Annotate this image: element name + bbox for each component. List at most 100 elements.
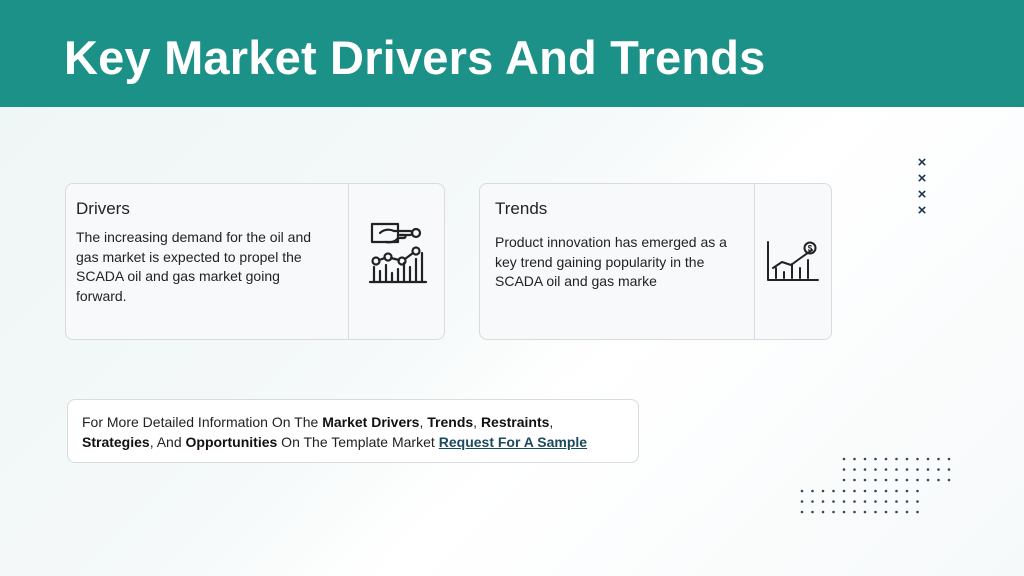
x-mark-icon: × bbox=[917, 154, 927, 171]
decor-dot bbox=[884, 468, 888, 471]
decor-dot bbox=[821, 510, 825, 514]
decor-dot bbox=[874, 510, 877, 514]
decor-dot bbox=[842, 489, 846, 493]
decor-dot bbox=[884, 478, 888, 482]
decor-dot bbox=[811, 510, 814, 514]
decor-dot bbox=[874, 500, 877, 503]
decor-dot bbox=[937, 457, 940, 461]
decor-dot bbox=[884, 510, 888, 514]
decor-dot bbox=[863, 510, 867, 514]
trends-card: Trends Product innovation has emerged as… bbox=[479, 183, 832, 340]
decor-dot bbox=[895, 489, 898, 493]
decor-dot bbox=[895, 457, 898, 461]
decor-dot bbox=[884, 500, 888, 503]
header-bar: Key Market Drivers And Trends bbox=[0, 0, 1024, 107]
trends-body: Product innovation has emerged as a key … bbox=[495, 234, 727, 289]
decor-dot bbox=[853, 478, 856, 482]
decor-dot bbox=[863, 478, 867, 482]
svg-text:$: $ bbox=[808, 244, 813, 253]
decor-dot bbox=[800, 489, 804, 493]
decor-dot bbox=[905, 500, 909, 503]
decor-dot bbox=[916, 510, 919, 514]
decor-dot bbox=[842, 500, 846, 503]
decor-dot bbox=[832, 510, 835, 514]
decor-dot bbox=[905, 510, 909, 514]
decor-dot bbox=[842, 478, 846, 482]
decor-dot bbox=[926, 457, 930, 461]
decor-dot bbox=[842, 457, 846, 461]
decor-dot bbox=[853, 468, 856, 471]
decor-dot bbox=[937, 468, 940, 471]
page-title: Key Market Drivers And Trends bbox=[64, 31, 766, 84]
decor-dot bbox=[905, 478, 909, 482]
more-info-box: For More Detailed Information On The Mar… bbox=[67, 399, 639, 463]
decor-dot bbox=[874, 489, 877, 493]
decor-dot bbox=[916, 457, 919, 461]
decor-dot bbox=[842, 510, 846, 514]
decor-dot bbox=[832, 500, 835, 503]
decor-dot bbox=[895, 478, 898, 482]
info-opportunities: Opportunities bbox=[185, 434, 278, 450]
trends-divider bbox=[754, 184, 755, 339]
decor-dot bbox=[811, 489, 814, 493]
info-prefix: For More Detailed Information On The bbox=[82, 414, 323, 430]
info-separator: , And bbox=[149, 434, 186, 450]
decor-dot bbox=[905, 457, 909, 461]
decor-dot bbox=[895, 500, 898, 503]
growth-chart-dollar-icon: $ bbox=[764, 240, 820, 289]
info-suffix: On The Template Market bbox=[277, 434, 435, 450]
decor-dot bbox=[874, 478, 877, 482]
info-restraints: Restraints bbox=[480, 414, 550, 430]
decorative-dot-grid bbox=[800, 457, 951, 514]
x-mark-icon: × bbox=[917, 202, 927, 219]
drivers-card: Drivers The increasing demand for the oi… bbox=[65, 183, 445, 340]
decor-dot bbox=[916, 468, 919, 471]
decor-dot bbox=[905, 489, 909, 493]
decor-dot bbox=[895, 510, 898, 514]
decor-dot bbox=[926, 468, 930, 471]
decor-dot bbox=[863, 468, 867, 471]
decor-dot bbox=[853, 500, 856, 503]
decor-dot bbox=[863, 457, 867, 461]
decor-dot bbox=[821, 500, 825, 503]
hand-pointing-chart-icon bbox=[366, 221, 430, 290]
request-sample-link[interactable]: Request For A Sample bbox=[439, 434, 587, 450]
decor-dot bbox=[895, 468, 898, 471]
decor-dot bbox=[916, 478, 919, 482]
info-separator: , bbox=[473, 414, 481, 430]
decor-dot bbox=[853, 457, 856, 461]
drivers-body: The increasing demand for the oil and ga… bbox=[76, 229, 312, 304]
decor-dot bbox=[884, 457, 888, 461]
info-strategies: Strategies bbox=[82, 434, 150, 450]
decor-dot bbox=[800, 500, 804, 503]
decor-dot bbox=[832, 489, 835, 493]
decor-dot bbox=[811, 500, 814, 503]
info-trends: Trends bbox=[427, 414, 474, 430]
decor-dot bbox=[821, 489, 825, 493]
decorative-x-marks: × × × × bbox=[914, 155, 930, 219]
decor-dot bbox=[926, 478, 930, 482]
decor-dot bbox=[800, 510, 804, 514]
decor-dot bbox=[874, 457, 877, 461]
decor-dot bbox=[884, 489, 888, 493]
info-separator: , bbox=[549, 414, 554, 430]
drivers-divider bbox=[348, 184, 349, 339]
decor-dot bbox=[947, 457, 951, 461]
trends-title: Trends bbox=[495, 199, 548, 218]
decor-dot bbox=[863, 500, 867, 503]
decor-dot bbox=[947, 478, 951, 482]
decor-dot bbox=[947, 468, 951, 471]
decor-dot bbox=[874, 468, 877, 471]
decor-dot bbox=[853, 489, 856, 493]
decor-dot bbox=[905, 468, 909, 471]
decor-dot bbox=[916, 500, 919, 503]
x-mark-icon: × bbox=[917, 186, 927, 203]
decor-dot bbox=[863, 489, 867, 493]
drivers-title: Drivers bbox=[76, 199, 130, 218]
info-market-drivers: Market Drivers bbox=[322, 414, 420, 430]
decor-dot bbox=[916, 489, 919, 493]
decor-dot bbox=[853, 510, 856, 514]
decor-dot bbox=[842, 468, 846, 471]
decor-dot bbox=[937, 478, 940, 482]
x-mark-icon: × bbox=[917, 170, 927, 187]
